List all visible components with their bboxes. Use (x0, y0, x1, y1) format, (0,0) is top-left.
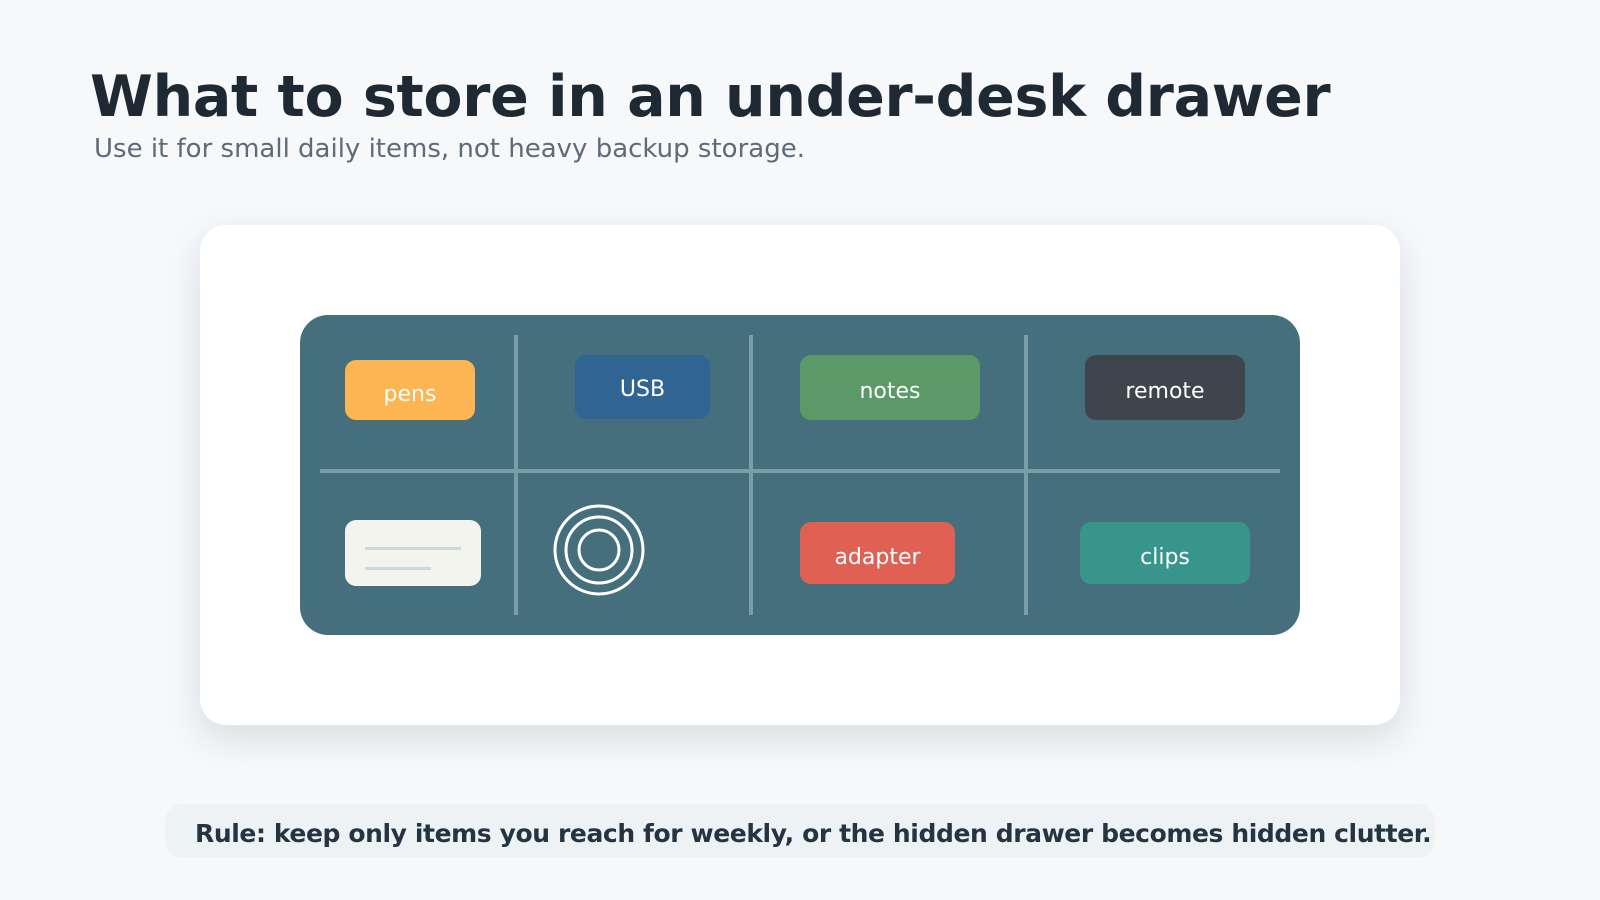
item-label: USB (619, 376, 666, 402)
vertical-divider (514, 335, 518, 615)
item-usb: USB (575, 355, 710, 419)
tape-roll-icon (553, 504, 645, 596)
drawer-organizer: pens USB notes remote adapter clips (300, 315, 1300, 635)
notepad-icon (345, 520, 481, 586)
rule-callout: Rule: keep only items you reach for week… (165, 804, 1435, 858)
item-adapter: adapter (800, 522, 955, 584)
vertical-divider (1024, 335, 1028, 615)
item-label: clips (1140, 544, 1190, 570)
item-clips: clips (1080, 522, 1250, 584)
item-pens: pens (345, 360, 475, 420)
item-label: pens (383, 381, 437, 407)
notepad-line (365, 567, 431, 570)
notepad-line (365, 547, 461, 550)
item-label: notes (859, 379, 921, 404)
illustration-card: pens USB notes remote adapter clips (200, 225, 1400, 725)
page-title: What to store in an under-desk drawer (90, 64, 1331, 130)
horizontal-divider (320, 469, 1280, 473)
item-notes: notes (800, 355, 980, 420)
page-subtitle: Use it for small daily items, not heavy … (94, 134, 805, 164)
rule-text: Rule: keep only items you reach for week… (195, 819, 1432, 848)
item-label: remote (1125, 379, 1205, 404)
item-remote: remote (1085, 355, 1245, 420)
item-label: adapter (834, 544, 921, 570)
vertical-divider (749, 335, 753, 615)
